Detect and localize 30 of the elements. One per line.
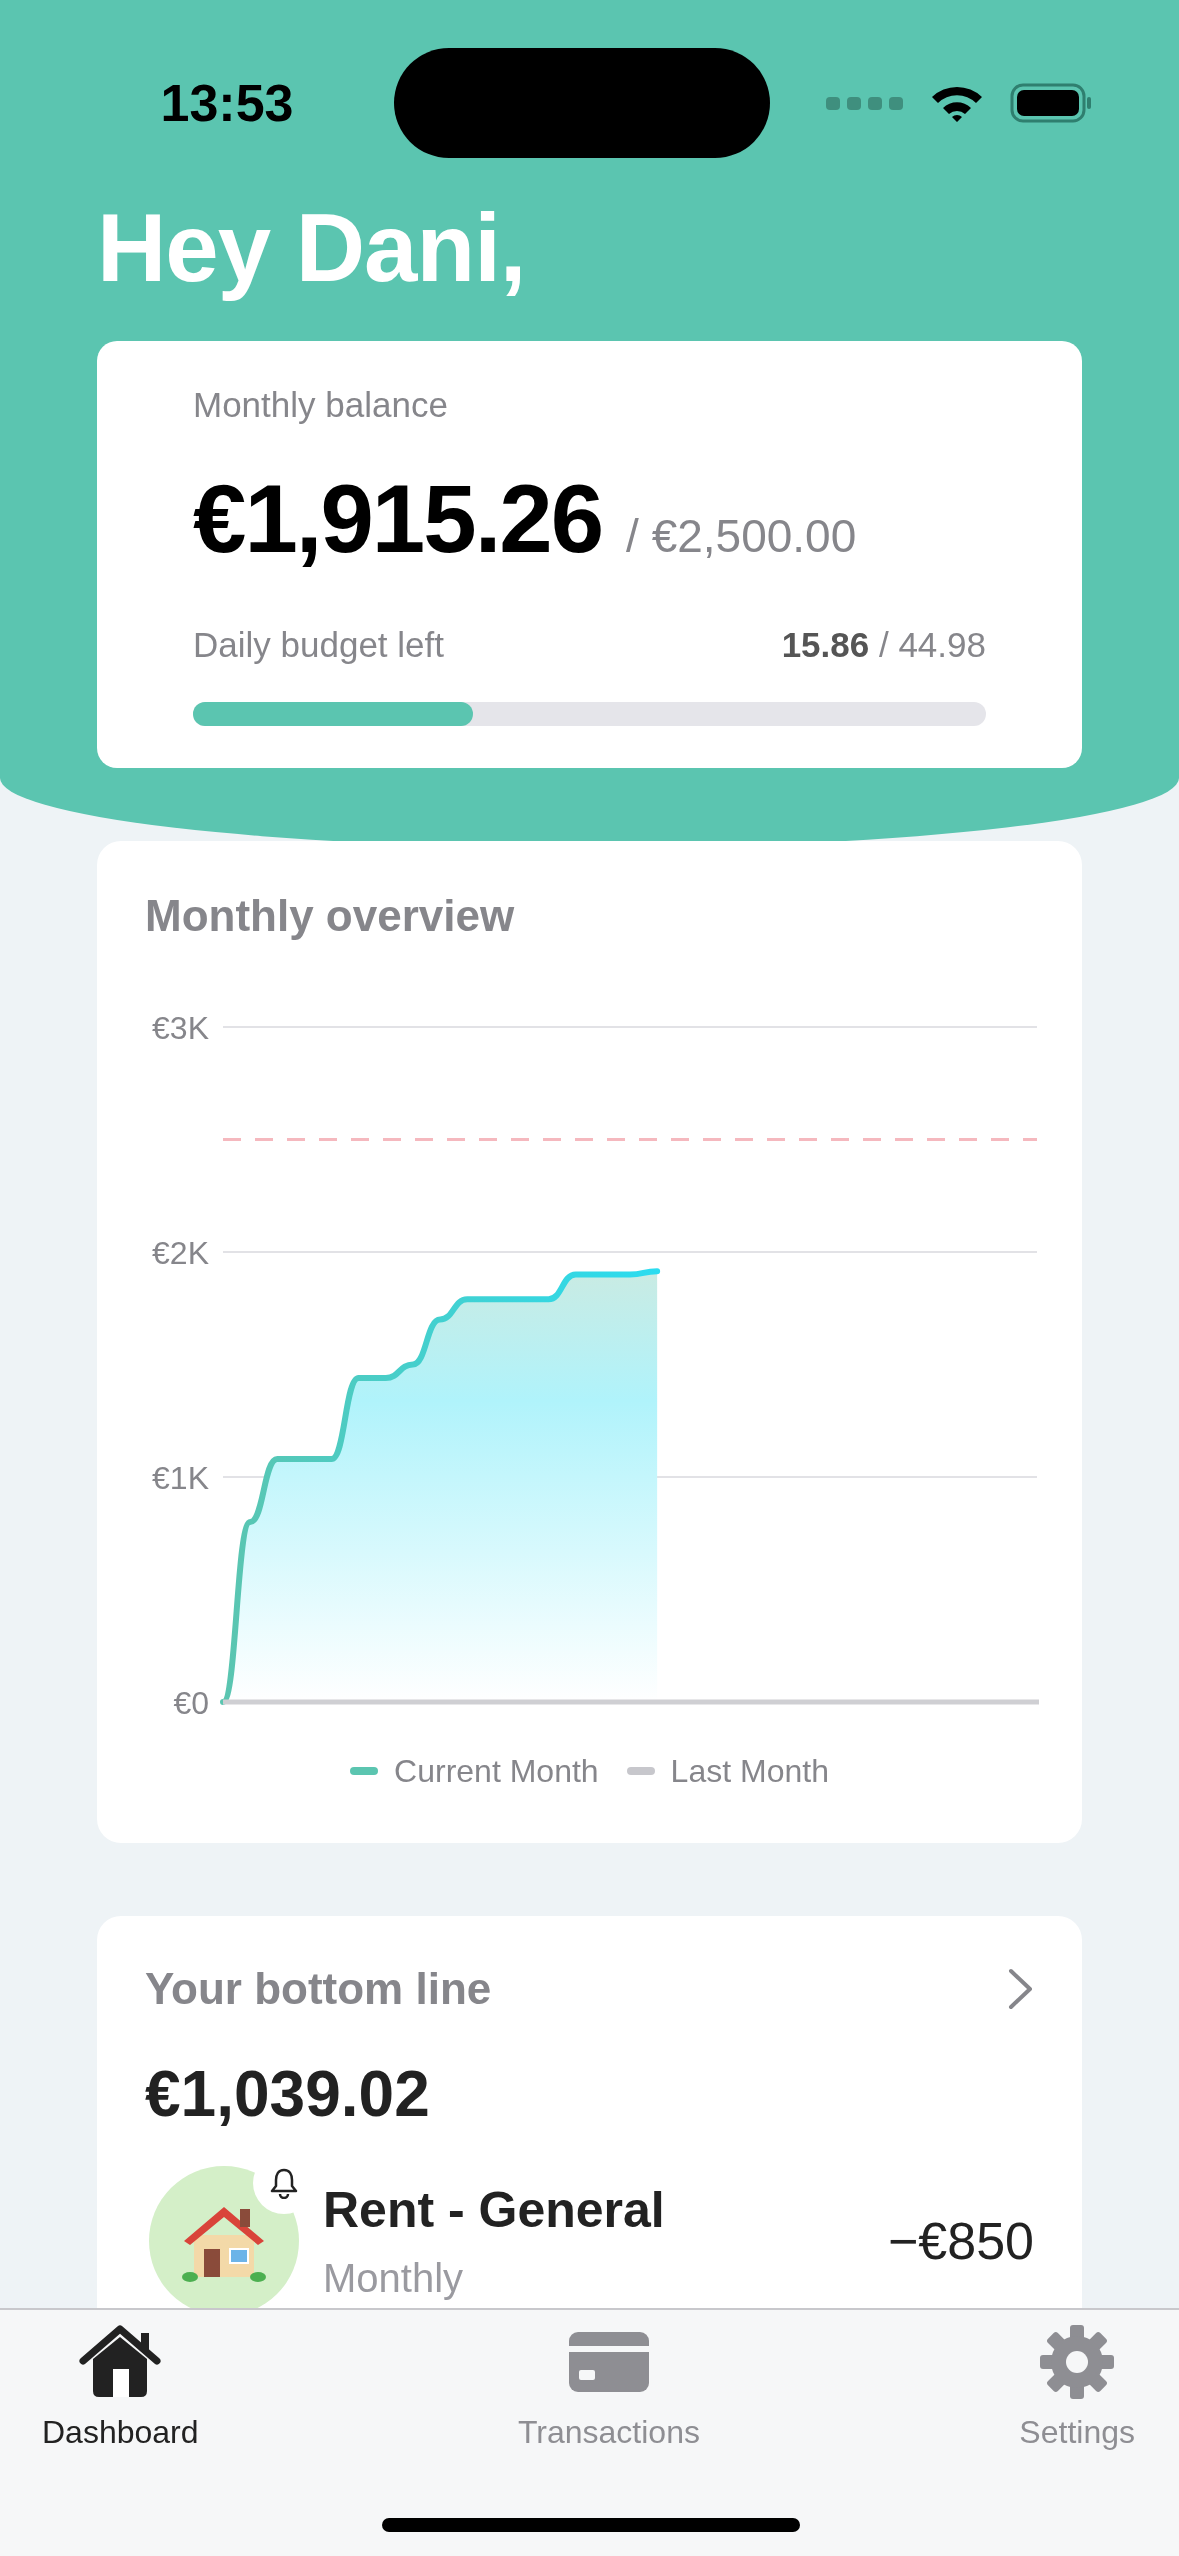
item-amount: −€850 <box>887 2210 1034 2272</box>
y-axis-label: €2K <box>152 1234 209 1271</box>
house-icon <box>79 2325 162 2399</box>
y-axis-label: €3K <box>152 1009 209 1046</box>
legend-label: Last Month <box>670 1751 829 1791</box>
credit-card-icon <box>568 2332 649 2392</box>
battery-icon <box>1010 82 1092 123</box>
signal-icon <box>826 94 904 111</box>
legend-swatch <box>350 1766 379 1775</box>
y-axis-label: €0 <box>173 1684 209 1721</box>
card-title: Your bottom line <box>145 1962 492 2015</box>
balance-total: / €2,500.00 <box>626 509 857 565</box>
daily-budget-label: Daily budget left <box>193 624 444 667</box>
status-time: 13:53 <box>159 72 295 134</box>
y-axis-label: €1K <box>152 1459 209 1496</box>
legend-swatch <box>626 1766 655 1775</box>
card-title: Monthly overview <box>144 889 516 942</box>
balance-amount: €1,915.26 <box>193 464 603 575</box>
bottom-line-amount: €1,039.02 <box>145 2056 431 2132</box>
greeting-heading: Hey Dani, <box>97 195 527 301</box>
daily-budget-value: 15.86 / 44.98 <box>781 624 986 667</box>
tab-button[interactable]: Transactions <box>517 2322 700 2456</box>
item-frequency: Monthly <box>323 2255 465 2303</box>
settings-icon <box>1040 2325 1115 2399</box>
legend-label: Current Month <box>394 1751 599 1791</box>
chevron-right-icon[interactable] <box>1008 1967 1034 2010</box>
tab-button[interactable]: Settings <box>1019 2322 1135 2456</box>
tab-button[interactable]: Dashboard <box>42 2322 199 2456</box>
item-name: Rent - General <box>323 2181 666 2241</box>
balance-label: Monthly balance <box>193 383 449 426</box>
